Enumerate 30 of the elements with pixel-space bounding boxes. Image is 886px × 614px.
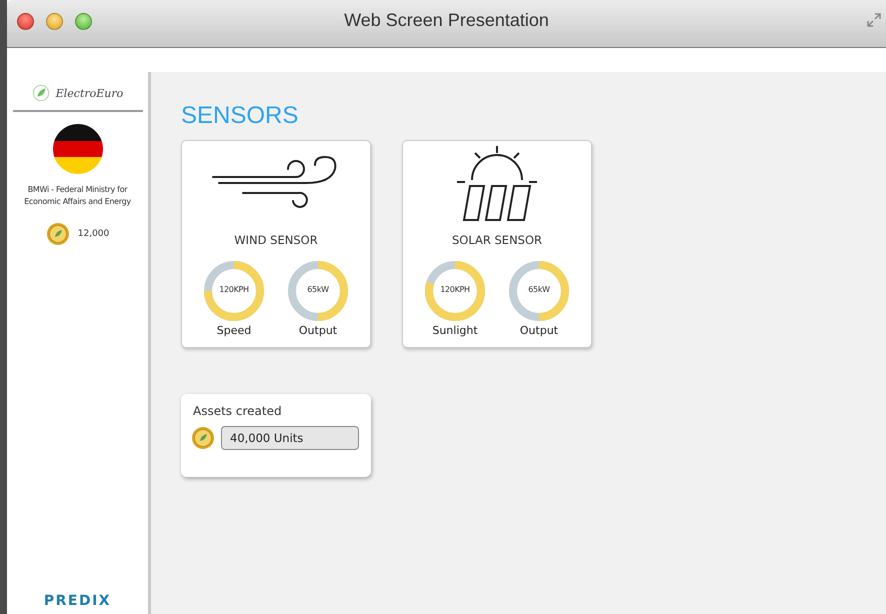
assets-value-field: 40,000 Units: [221, 426, 359, 450]
sensor-title: SOLAR SENSOR: [452, 233, 542, 247]
gauge-label: Output: [520, 324, 558, 337]
organization-name: BMWi - Federal Ministry for Economic Affairs and Energy: [23, 184, 132, 208]
gauge-reading: 65kW: [306, 285, 330, 294]
assets-title: Assets created: [193, 404, 283, 418]
brand-name: ElectroEuro: [56, 86, 124, 100]
sensor-title: WIND SENSOR: [234, 233, 318, 247]
donut-gauge: [423, 259, 487, 323]
donut-gauge: [202, 259, 266, 323]
zoom-button[interactable]: [75, 13, 92, 30]
balance-value: 12,000: [78, 229, 110, 239]
window-title: Web Screen Presentation: [344, 10, 549, 31]
gauge-label: Speed: [216, 324, 252, 337]
coin-icon: [46, 222, 70, 246]
fullscreen-icon[interactable]: [866, 12, 882, 28]
germany-flag-icon: [52, 124, 102, 174]
donut-gauge: [286, 259, 350, 323]
gauge-reading: 120KPH: [439, 285, 471, 294]
gauge-reading: 65kW: [527, 285, 551, 294]
gauge-reading: 120KPH: [218, 285, 250, 294]
leaf-icon: [32, 84, 50, 102]
close-button[interactable]: [17, 13, 34, 30]
coin-icon: [191, 426, 215, 450]
gauge-label: Output: [298, 324, 338, 337]
minimize-button[interactable]: [46, 13, 63, 30]
donut-gauge: [507, 259, 571, 323]
footer-logo: PREDIX: [44, 593, 112, 609]
gauge-label: Sunlight: [432, 324, 478, 337]
section-heading: SENSORS: [181, 102, 300, 130]
